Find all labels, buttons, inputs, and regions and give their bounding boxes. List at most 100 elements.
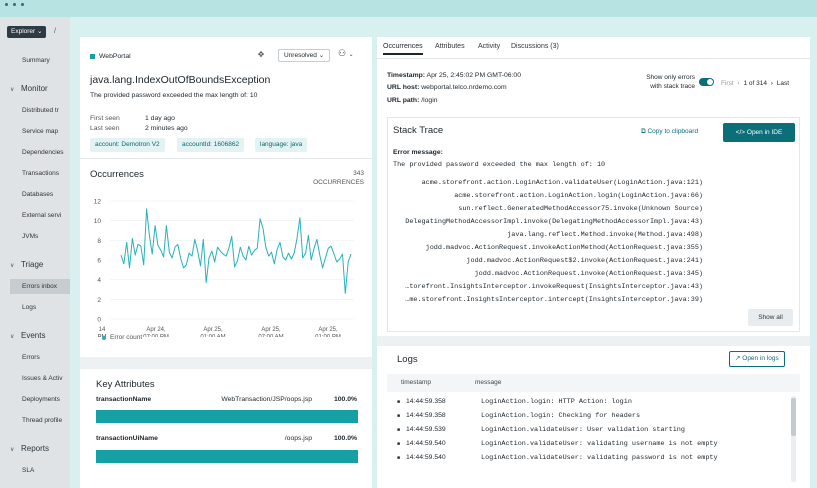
stack-frame: jodd.madvoc.ActionRequest.invoke(ActionR… bbox=[474, 270, 703, 278]
attr-percent: 100.0% bbox=[334, 396, 358, 403]
table-row[interactable]: ■ 14:44:59.539 LoginAction.validateUser:… bbox=[387, 426, 800, 440]
open-in-ide-button[interactable]: </> Open in IDE bbox=[723, 123, 795, 142]
y-tick-label: 6 bbox=[97, 258, 101, 265]
x-tick-label: Apr 25, bbox=[318, 327, 338, 333]
tag-account-id[interactable]: accountId: 1606862 bbox=[177, 138, 245, 152]
table-row[interactable]: ■ 14:44:59.358 LoginAction.login: HTTP A… bbox=[387, 398, 800, 412]
chart-legend[interactable]: Error count bbox=[102, 334, 142, 341]
y-tick-label: 0 bbox=[97, 317, 101, 324]
log-timestamp: 14:44:59.358 bbox=[406, 412, 446, 419]
copy-to-clipboard-button[interactable]: ⧉ Copy to clipboard bbox=[641, 128, 698, 136]
stack-frame: java.lang.reflect.Method.invoke(Method.j… bbox=[507, 231, 703, 239]
app-name: WebPortal bbox=[99, 53, 131, 60]
tab-activity[interactable]: Activity bbox=[478, 43, 500, 50]
sidebar-item-distributed-tracing[interactable]: Distributed tr bbox=[22, 107, 59, 114]
copy-icon: ⧉ bbox=[641, 128, 646, 135]
sidebar-item-sla[interactable]: SLA bbox=[22, 467, 34, 474]
sidebar-item-logs[interactable]: Logs bbox=[22, 304, 36, 311]
table-row[interactable]: ■ 14:44:59.540 LoginAction.validateUser:… bbox=[387, 440, 800, 454]
stack-trace-toggle[interactable] bbox=[699, 78, 714, 86]
tabs-divider bbox=[377, 58, 810, 59]
chevron-down-icon: ∨ bbox=[10, 263, 15, 269]
y-tick-label: 4 bbox=[97, 277, 101, 284]
pager-prev-icon[interactable]: ‹ bbox=[737, 80, 739, 87]
x-tick-label: Apr 24, bbox=[146, 327, 166, 333]
x-tick-label: 07:00 AM bbox=[258, 335, 283, 338]
tab-discussions[interactable]: Discussions (3) bbox=[511, 43, 559, 50]
series-line-error-count[interactable] bbox=[120, 208, 352, 294]
first-seen-label: First seen bbox=[90, 115, 120, 122]
tag-account[interactable]: account: Demotron V2 bbox=[90, 138, 165, 152]
app-entity[interactable]: WebPortal bbox=[90, 53, 131, 60]
row-bullet-icon: ■ bbox=[397, 441, 401, 447]
logs-card: Logs ↗ Open in logs timestamp message ■ … bbox=[387, 346, 800, 488]
sidebar-item-errors-inbox[interactable]: Errors inbox bbox=[10, 279, 70, 294]
x-tick-label: 01:00 PM bbox=[315, 335, 341, 338]
table-row[interactable]: ■ 14:44:59.540 LoginAction.validateUser:… bbox=[387, 454, 800, 468]
user-assign-icon[interactable]: ⚇ ⌄ bbox=[338, 48, 354, 59]
legend-dot-icon bbox=[102, 335, 106, 340]
column-header-timestamp[interactable]: timestamp bbox=[401, 379, 431, 386]
status-dropdown[interactable]: Unresolved ⌄ bbox=[278, 49, 331, 62]
table-row[interactable]: ■ 14:44:59.358 LoginAction.login: Checki… bbox=[387, 412, 800, 426]
logs-scrollbar-track[interactable] bbox=[791, 396, 796, 482]
tag-language[interactable]: language: java bbox=[255, 138, 308, 152]
sidebar-item-transactions[interactable]: Transactions bbox=[22, 170, 59, 177]
code-icon: </> bbox=[735, 129, 746, 136]
stack-frame: …torefront.InsightsInterceptor.invokeReq… bbox=[405, 283, 703, 291]
sidebar-item-service-map[interactable]: Service map bbox=[22, 128, 58, 135]
chevron-down-icon: ∨ bbox=[10, 87, 15, 93]
log-timestamp: 14:44:59.358 bbox=[406, 398, 446, 405]
error-title: java.lang.IndexOutOfBoundsException bbox=[90, 74, 271, 86]
log-timestamp: 14:44:59.540 bbox=[406, 454, 446, 461]
x-tick-label: Apr 25, bbox=[203, 327, 223, 333]
attr-bar[interactable] bbox=[96, 410, 358, 423]
row-bullet-icon: ■ bbox=[397, 399, 401, 405]
x-tick-label: Apr 25, bbox=[261, 327, 281, 333]
sidebar-section-events[interactable]: ∨ Events bbox=[10, 331, 45, 340]
stack-frame: acme.storefront.action.LoginAction.login… bbox=[454, 192, 703, 200]
pager-last[interactable]: Last bbox=[777, 80, 789, 87]
sidebar-item-databases[interactable]: Databases bbox=[22, 191, 53, 198]
external-link-icon: ↗ bbox=[735, 355, 741, 362]
sidebar-item-issues-activity[interactable]: Issues & Activ bbox=[22, 375, 62, 382]
sidebar-section-monitor[interactable]: ∨ Monitor bbox=[10, 84, 48, 93]
pager-first[interactable]: First bbox=[721, 80, 734, 87]
logs-scrollbar-thumb[interactable] bbox=[791, 398, 796, 436]
occurrences-chart: 02468101214PMApr 24,07:00 PMApr 25,01:00… bbox=[94, 199, 354, 338]
sidebar-item-dependencies[interactable]: Dependencies bbox=[22, 149, 64, 156]
error-message: The provided password exceeded the max l… bbox=[90, 92, 258, 99]
window-controls[interactable] bbox=[5, 3, 24, 6]
tab-attributes[interactable]: Attributes bbox=[435, 43, 465, 50]
sidebar-item-jvms[interactable]: JVMs bbox=[22, 233, 38, 240]
stack-frame: DelegatingMethodAccessorImpl.invoke(Dele… bbox=[405, 218, 703, 226]
error-message-text: The provided password exceeded the max l… bbox=[393, 161, 606, 169]
attr-bar[interactable] bbox=[96, 450, 358, 463]
open-in-logs-button[interactable]: ↗ Open in logs bbox=[729, 351, 785, 367]
sidebar-item-deployments[interactable]: Deployments bbox=[22, 396, 60, 403]
show-all-button[interactable]: Show all bbox=[748, 309, 793, 326]
column-header-message[interactable]: message bbox=[475, 379, 501, 386]
tab-occurrences[interactable]: Occurrences bbox=[383, 43, 423, 55]
sidebar-section-reports[interactable]: ∨ Reports bbox=[10, 444, 49, 453]
x-tick-label: 14 bbox=[99, 327, 106, 333]
log-message: LoginAction.validateUser: User validatio… bbox=[481, 426, 685, 434]
sidebar-item-thread-profiler[interactable]: Thread profile bbox=[22, 417, 62, 424]
stack-frame: …me.storefront.InsightsInterceptor.inter… bbox=[405, 296, 703, 304]
chevron-down-icon: ⌄ bbox=[318, 52, 325, 59]
panel-gap bbox=[80, 357, 372, 369]
sidebar-item-errors[interactable]: Errors bbox=[22, 354, 40, 361]
pager-next-icon[interactable]: › bbox=[771, 80, 773, 87]
assign-gear-icon[interactable]: ✥ bbox=[255, 50, 267, 62]
legend-label: Error count bbox=[110, 334, 143, 341]
attr-value: WebTransaction/JSP/oops.jsp bbox=[221, 396, 312, 403]
occurrences-count: 343 bbox=[353, 170, 364, 177]
status-value: Unresolved bbox=[284, 52, 317, 59]
logs-title: Logs bbox=[397, 354, 418, 365]
explorer-dropdown[interactable]: Explorer ⌄ bbox=[7, 26, 47, 38]
sidebar-section-triage[interactable]: ∨ Triage bbox=[10, 260, 43, 269]
pager: First ‹ 1 of 314 › Last bbox=[721, 80, 789, 87]
sidebar-item-external-services[interactable]: External servi bbox=[22, 212, 61, 219]
sidebar-item-summary[interactable]: Summary bbox=[22, 57, 50, 64]
error-detail-panel: WebPortal ✥ Unresolved ⌄ ⚇ ⌄ java.lang.I… bbox=[80, 37, 372, 488]
